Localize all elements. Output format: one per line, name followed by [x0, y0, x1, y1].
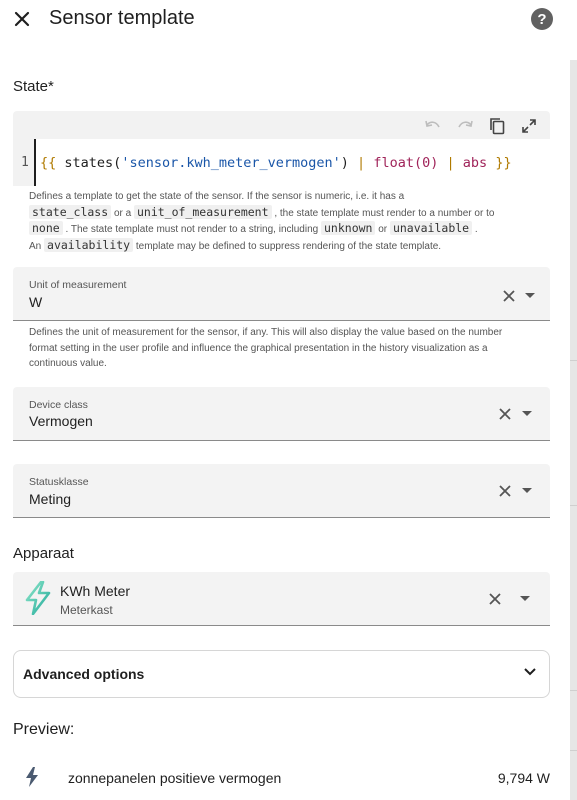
- dialog-header: Sensor template ?: [0, 0, 570, 40]
- dropdown-arrow-icon[interactable]: [525, 293, 535, 298]
- close-icon: [14, 11, 30, 27]
- fullscreen-button[interactable]: [516, 115, 542, 137]
- code-pipe: |: [357, 155, 366, 171]
- unit-of-measurement-field[interactable]: Unit of measurement W: [13, 267, 550, 321]
- state-label: State*: [13, 78, 54, 95]
- dropdown-arrow-icon[interactable]: [522, 488, 532, 493]
- help-button[interactable]: ?: [531, 8, 553, 30]
- code-function: states(: [64, 155, 122, 171]
- dialog-title: Sensor template: [49, 7, 195, 29]
- advanced-options-expander[interactable]: Advanced options: [13, 650, 550, 698]
- clear-icon[interactable]: [500, 287, 518, 305]
- template-code-line[interactable]: {{ states('sensor.kwh_meter_vermogen') |…: [40, 155, 512, 171]
- code-close-brace: }}: [495, 155, 512, 171]
- clear-icon[interactable]: [486, 590, 504, 608]
- device-class-label: Device class: [29, 399, 88, 411]
- state-class-value: Meting: [29, 491, 72, 507]
- device-picker-field[interactable]: KWh Meter Meterkast: [13, 572, 550, 626]
- device-area: Meterkast: [60, 603, 113, 617]
- fullscreen-icon: [522, 119, 536, 133]
- advanced-options-label: Advanced options: [23, 666, 145, 682]
- dropdown-arrow-icon[interactable]: [522, 411, 532, 416]
- lightning-bolt-icon: [25, 581, 51, 615]
- clear-icon[interactable]: [496, 482, 514, 500]
- preview-entity-row[interactable]: zonnepanelen positieve vermogen 9,794 W: [13, 760, 550, 794]
- state-template-editor[interactable]: 1 {{ states('sensor.kwh_meter_vermogen')…: [13, 111, 552, 186]
- undo-button[interactable]: [420, 115, 446, 137]
- close-button[interactable]: [9, 6, 35, 32]
- clear-icon[interactable]: [496, 405, 514, 423]
- device-class-field[interactable]: Device class Vermogen: [13, 387, 550, 441]
- code-filter: float(0): [373, 155, 439, 171]
- device-class-value: Vermogen: [29, 413, 93, 429]
- device-section-label: Apparaat: [13, 545, 74, 562]
- redo-icon: [458, 120, 473, 128]
- state-class-label: Statusklasse: [29, 476, 89, 488]
- copy-icon: [490, 118, 505, 135]
- undo-icon: [425, 120, 440, 128]
- code-filter: abs: [462, 155, 488, 171]
- background-scroll-edge: [570, 60, 577, 800]
- code-open-brace: {{: [40, 155, 57, 171]
- preview-label: Preview:: [13, 721, 75, 738]
- redo-button[interactable]: [452, 115, 478, 137]
- help-icon: ?: [537, 10, 547, 28]
- copy-button[interactable]: [484, 115, 510, 137]
- line-number: 1: [21, 155, 29, 170]
- unit-helper-text: Defines the unit of measurement for the …: [29, 327, 503, 369]
- unit-field-value: W: [29, 294, 43, 310]
- code-string: 'sensor.kwh_meter_vermogen': [121, 155, 341, 171]
- code-function-close: ): [340, 155, 349, 171]
- unit-field-label: Unit of measurement: [29, 279, 127, 291]
- code-pipe: |: [446, 155, 455, 171]
- preview-entity-value: 9,794 W: [497, 770, 550, 786]
- preview-entity-name: zonnepanelen positieve vermogen: [68, 770, 282, 786]
- device-name: KWh Meter: [60, 583, 131, 599]
- chevron-down-icon: [524, 668, 536, 676]
- state-class-field[interactable]: Statusklasse Meting: [13, 464, 550, 518]
- state-helper-text: Defines a template to get the state of t…: [29, 191, 495, 252]
- flash-icon: [26, 767, 38, 787]
- editor-toolbar: [420, 115, 542, 137]
- dropdown-arrow-icon[interactable]: [520, 596, 530, 601]
